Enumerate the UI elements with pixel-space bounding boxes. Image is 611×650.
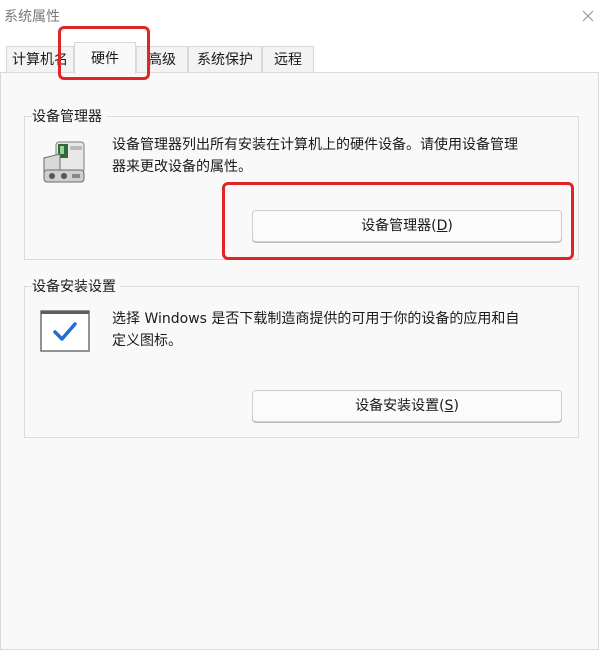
close-icon <box>582 7 594 26</box>
device-install-button-label: 设备安装设置( <box>355 398 445 414</box>
tab-strip: 计算机名 硬件 高级 系统保护 远程 <box>0 42 611 74</box>
device-install-group-title: 设备安装设置 <box>32 276 120 296</box>
device-manager-button[interactable]: 设备管理器(D) <box>252 210 562 242</box>
tab-advanced[interactable]: 高级 <box>136 46 188 72</box>
device-manager-button-mnemonic: D <box>436 218 448 234</box>
device-install-description-line2: 定义图标。 <box>112 333 182 349</box>
device-manager-description: 设备管理器列出所有安装在计算机上的硬件设备。请使用设备管理 器来更改设备的属性。 <box>112 134 562 178</box>
checkbox-window-icon <box>40 310 90 356</box>
device-manager-button-suffix: ) <box>447 218 453 234</box>
close-button[interactable] <box>565 0 611 32</box>
device-manager-button-label: 设备管理器( <box>361 218 437 234</box>
tab-computer-name[interactable]: 计算机名 <box>6 46 74 72</box>
window-title: 系统属性 <box>4 9 60 25</box>
device-install-description-line1: 选择 Windows 是否下载制造商提供的可用于你的设备的应用和自 <box>112 311 520 327</box>
device-install-button-suffix: ) <box>453 398 459 414</box>
device-manager-group-title: 设备管理器 <box>32 106 106 126</box>
device-manager-icon <box>38 134 94 190</box>
tab-remote[interactable]: 远程 <box>262 46 314 72</box>
tab-hardware[interactable]: 硬件 <box>74 42 136 74</box>
device-install-description: 选择 Windows 是否下载制造商提供的可用于你的设备的应用和自 定义图标。 <box>112 308 567 352</box>
device-install-settings-button[interactable]: 设备安装设置(S) <box>252 390 562 422</box>
title-bar: 系统属性 <box>0 0 611 32</box>
tab-system-protection[interactable]: 系统保护 <box>188 46 262 72</box>
device-manager-description-line1: 设备管理器列出所有安装在计算机上的硬件设备。请使用设备管理 <box>112 137 518 153</box>
device-manager-description-line2: 器来更改设备的属性。 <box>112 159 252 175</box>
